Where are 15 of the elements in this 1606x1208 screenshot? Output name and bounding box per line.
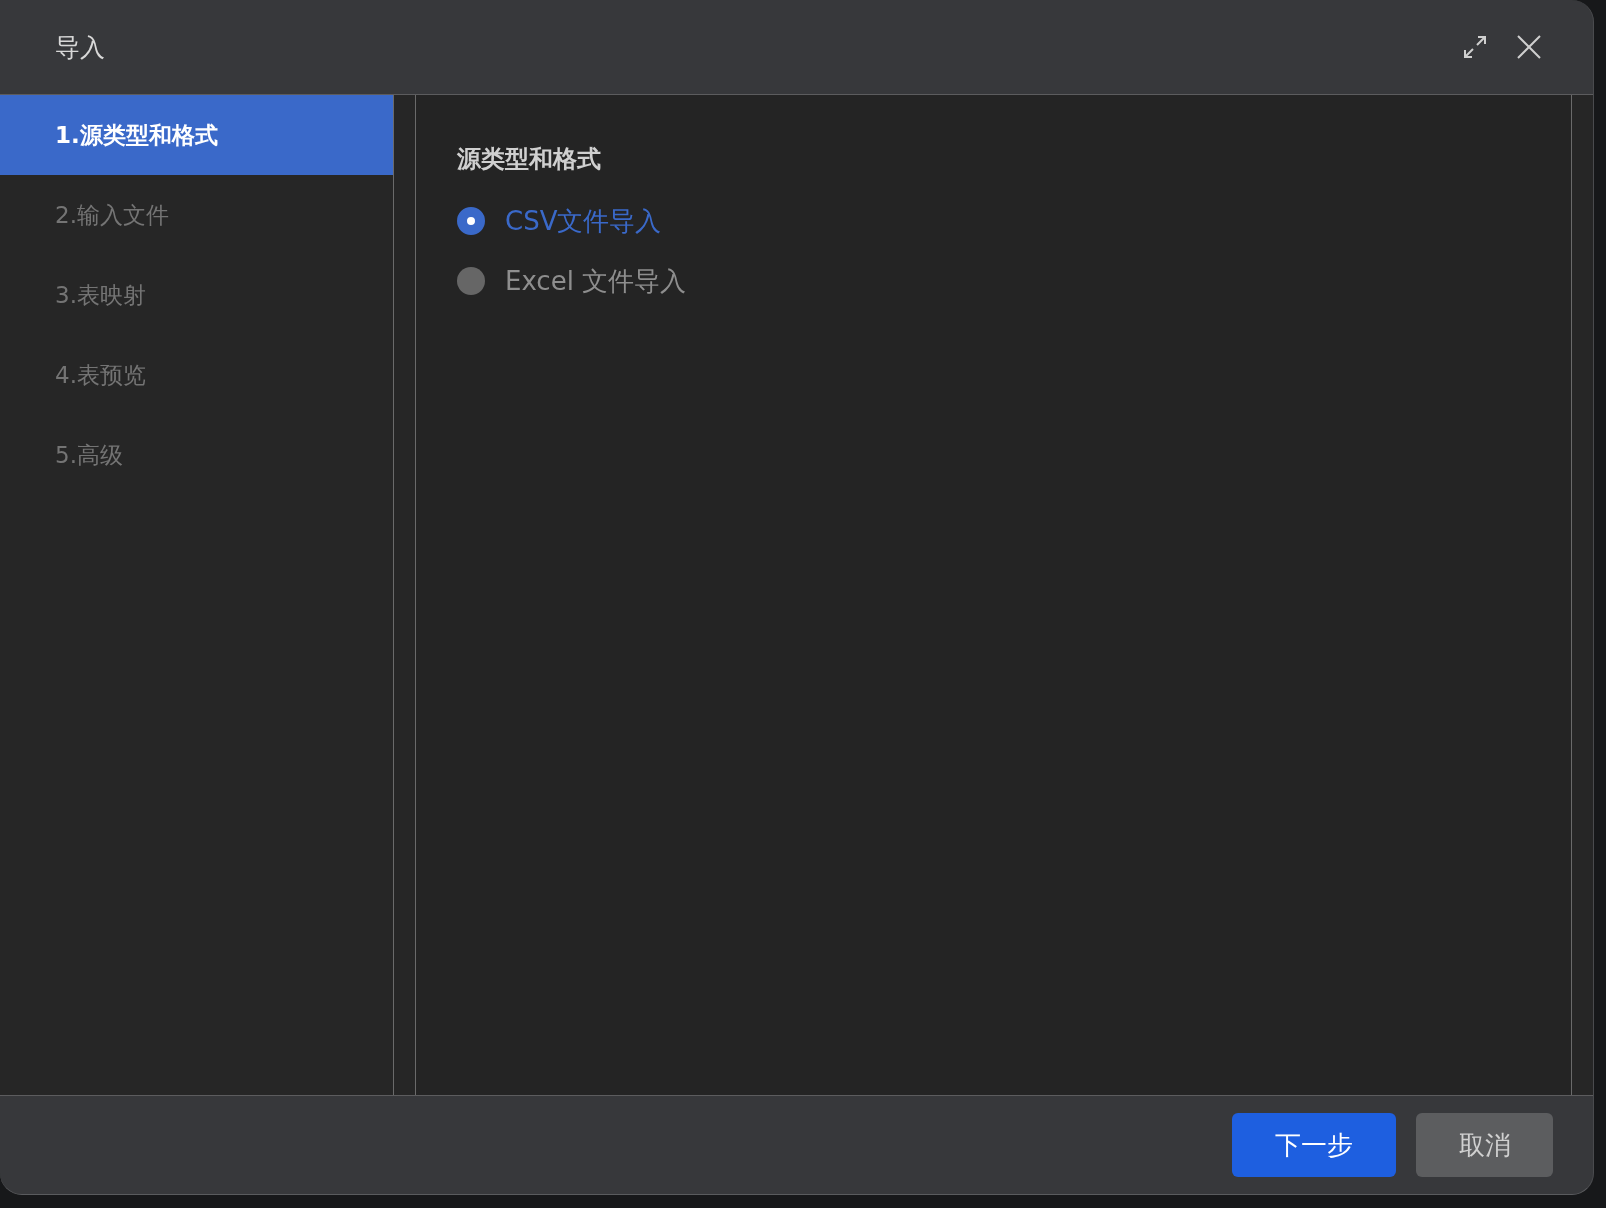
dialog-title: 导入 [55, 31, 105, 64]
step-item[interactable]: 5.高级 [0, 415, 393, 495]
radio-button[interactable] [457, 267, 485, 295]
radio-button[interactable] [457, 207, 485, 235]
expand-icon[interactable] [1463, 35, 1487, 59]
cancel-button[interactable]: 取消 [1416, 1113, 1553, 1177]
radio-label[interactable]: CSV文件导入 [505, 203, 662, 239]
close-icon[interactable] [1517, 35, 1541, 59]
step-item[interactable]: 3.表映射 [0, 255, 393, 335]
step-item[interactable]: 2.输入文件 [0, 175, 393, 255]
step-item[interactable]: 4.表预览 [0, 335, 393, 415]
section-heading: 源类型和格式 [457, 144, 602, 175]
step-item[interactable]: 1.源类型和格式 [0, 95, 393, 175]
next-button[interactable]: 下一步 [1232, 1113, 1396, 1177]
radio-label[interactable]: Excel 文件导入 [505, 263, 687, 299]
